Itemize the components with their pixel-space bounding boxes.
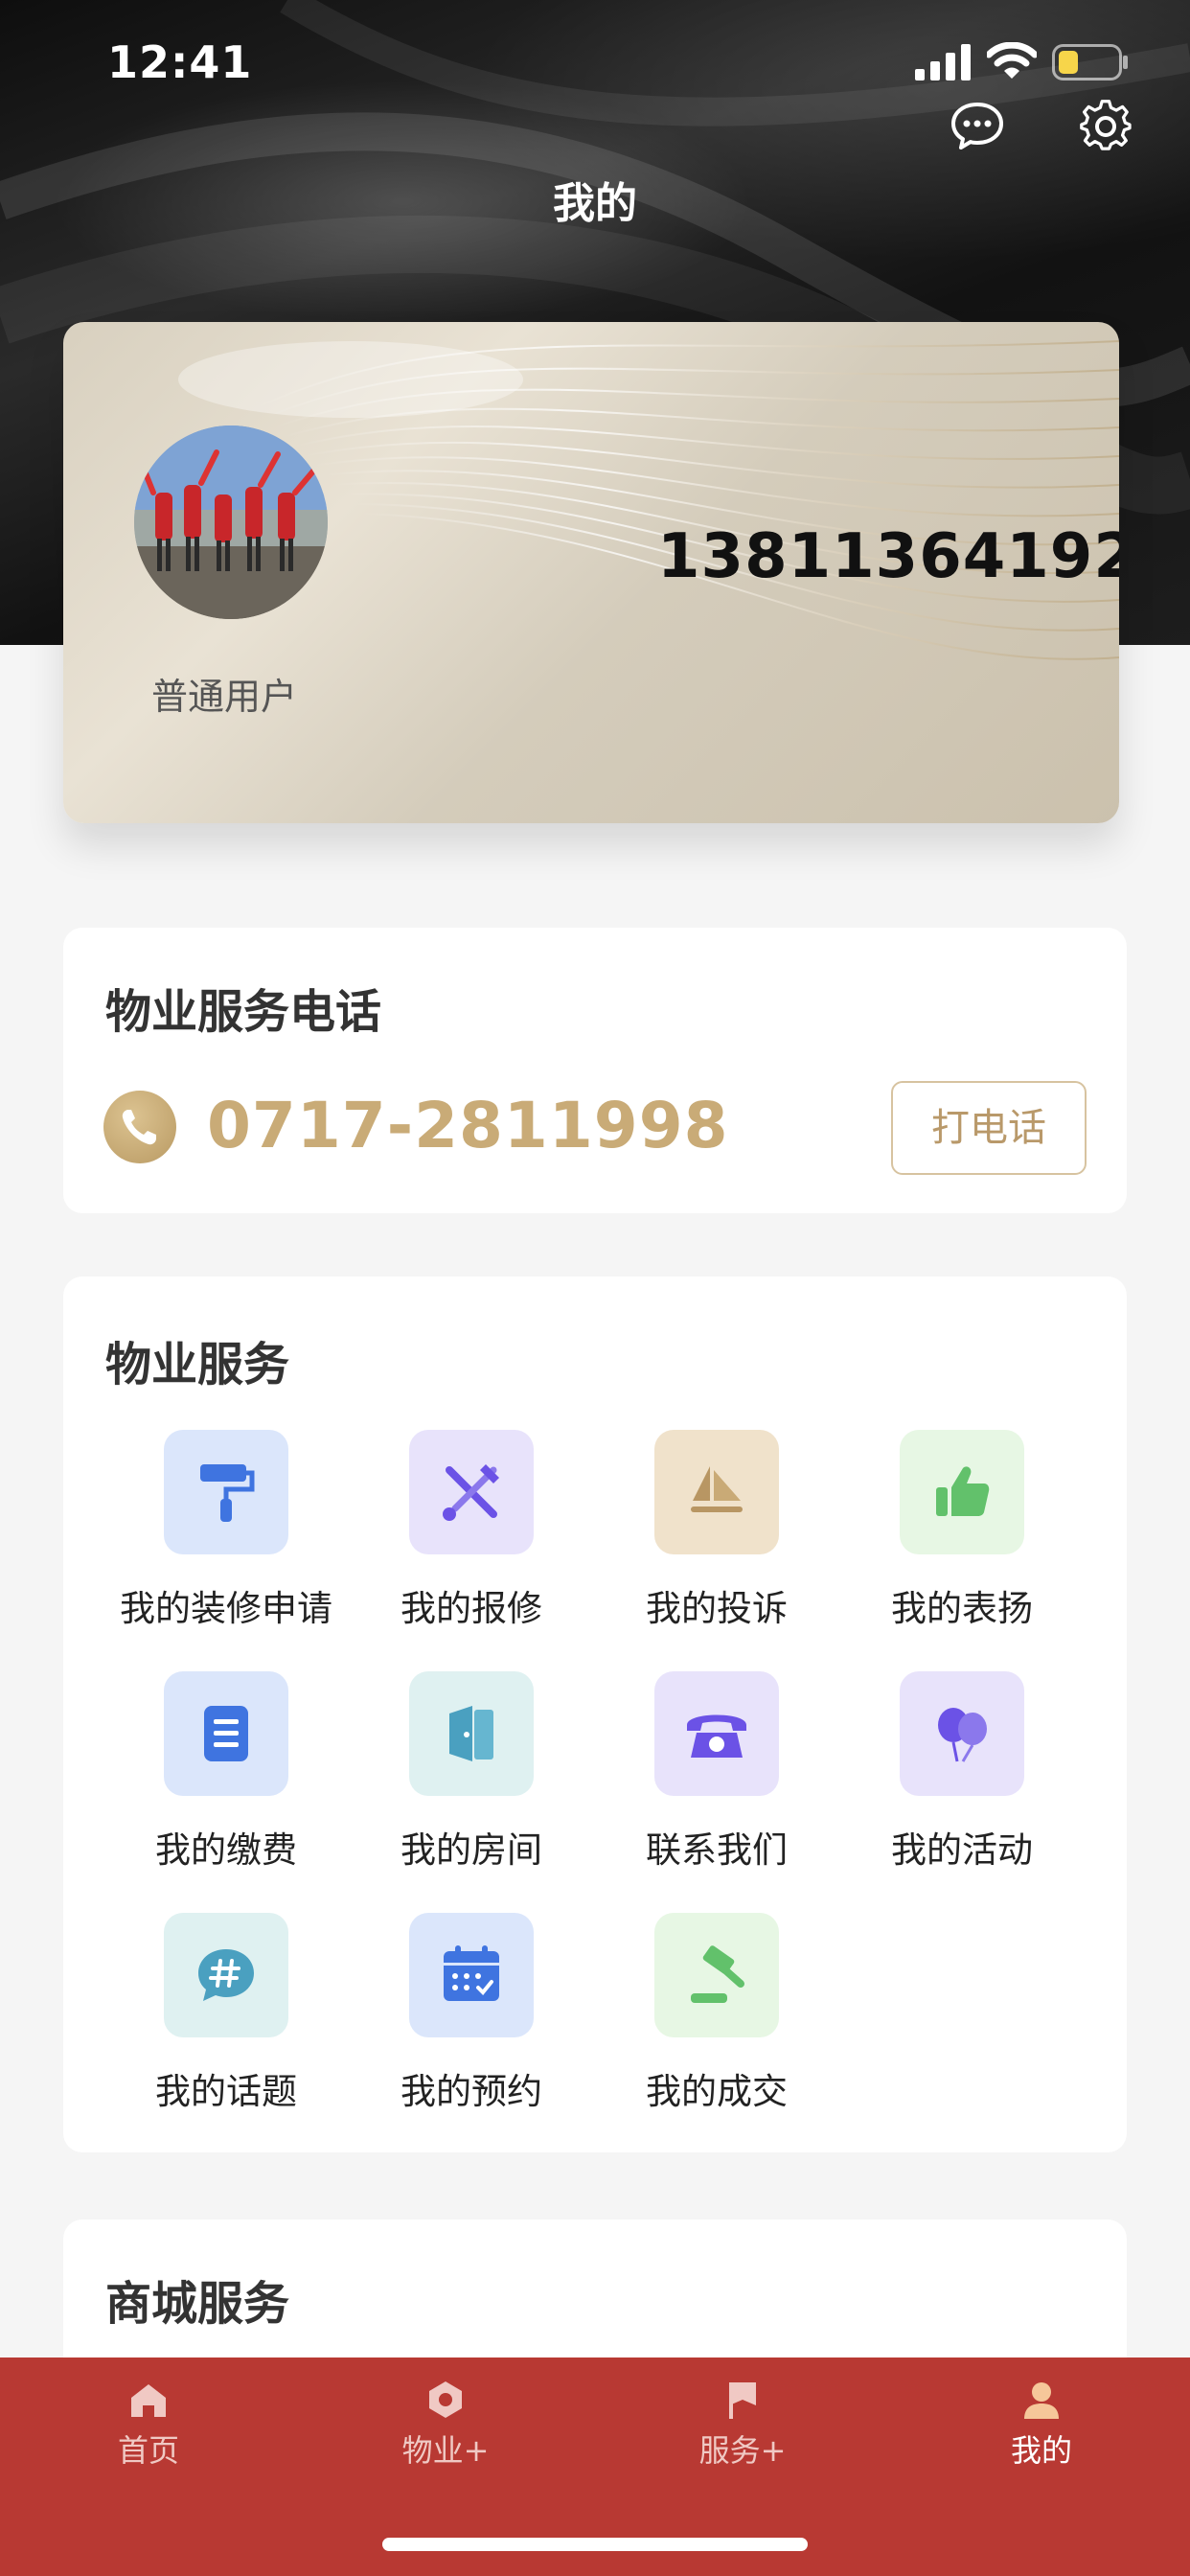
sailboat-icon — [654, 1430, 779, 1554]
call-button[interactable]: 打电话 — [891, 1081, 1087, 1175]
avatar-photo — [134, 426, 328, 619]
mall-services-title: 商城服务 — [105, 2277, 290, 2331]
profile-page: 12:41 我的 普通用户 13811364192 物业服务电话 0717-28… — [0, 0, 1190, 2576]
hotline-title: 物业服务电话 — [105, 985, 382, 1039]
home-indicator — [382, 2538, 808, 2551]
tab-home[interactable]: 首页 — [0, 2379, 297, 2494]
cellular-signal-icon — [915, 44, 971, 80]
topic-hash-icon — [164, 1913, 288, 2037]
service-payment[interactable]: 我的缴费 — [103, 1671, 349, 1882]
document-icon — [164, 1671, 288, 1796]
bookmark-icon — [729, 2382, 756, 2419]
home-icon — [131, 2384, 166, 2417]
service-complaint[interactable]: 我的投诉 — [594, 1430, 839, 1641]
member-phone: 13811364192 — [657, 521, 1119, 592]
hotline-panel: 物业服务电话 0717-2811998 打电话 — [63, 928, 1127, 1213]
service-my-appointments[interactable]: 我的预约 — [349, 1913, 594, 2124]
tab-services[interactable]: 服务+ — [594, 2379, 891, 2494]
service-my-room[interactable]: 我的房间 — [349, 1671, 594, 1882]
phone-handset-icon — [103, 1091, 176, 1163]
balloons-icon — [900, 1671, 1024, 1796]
service-contact-us[interactable]: 联系我们 — [594, 1671, 839, 1882]
paint-roller-icon — [164, 1430, 288, 1554]
member-level: 普通用户 — [151, 676, 298, 718]
battery-icon — [1052, 44, 1128, 80]
gavel-icon — [654, 1913, 779, 2037]
service-my-topics[interactable]: 我的话题 — [103, 1913, 349, 2124]
thumbs-up-icon — [900, 1430, 1024, 1554]
property-services-panel: 物业服务 我的装修申请 我的报修 我的投诉 我的表扬 我的缴费 我的房间 联系我… — [63, 1276, 1127, 2152]
service-my-deals[interactable]: 我的成交 — [594, 1913, 839, 2124]
tab-property[interactable]: 物业+ — [297, 2379, 594, 2494]
status-bar: 12:41 — [0, 0, 1190, 125]
service-my-activities[interactable]: 我的活动 — [839, 1671, 1085, 1882]
hotline-number[interactable]: 0717-2811998 — [207, 1089, 729, 1162]
property-icon — [429, 2381, 462, 2418]
message-icon[interactable] — [950, 99, 1004, 152]
tab-mine[interactable]: 我的 — [893, 2379, 1190, 2494]
door-icon — [409, 1671, 534, 1796]
service-repair[interactable]: 我的报修 — [349, 1430, 594, 1641]
tools-icon — [409, 1430, 534, 1554]
wifi-icon — [987, 42, 1037, 79]
service-renovation-application[interactable]: 我的装修申请 — [103, 1430, 349, 1641]
service-praise[interactable]: 我的表扬 — [839, 1430, 1085, 1641]
telephone-icon — [654, 1671, 779, 1796]
status-time: 12:41 — [107, 36, 253, 88]
settings-icon[interactable] — [1079, 99, 1133, 152]
property-services-title: 物业服务 — [105, 1338, 290, 1392]
user-icon — [1024, 2382, 1059, 2419]
avatar[interactable] — [134, 426, 328, 619]
calendar-icon — [409, 1913, 534, 2037]
page-title: 我的 — [553, 179, 637, 228]
member-card[interactable]: 普通用户 13811364192 — [63, 322, 1119, 823]
